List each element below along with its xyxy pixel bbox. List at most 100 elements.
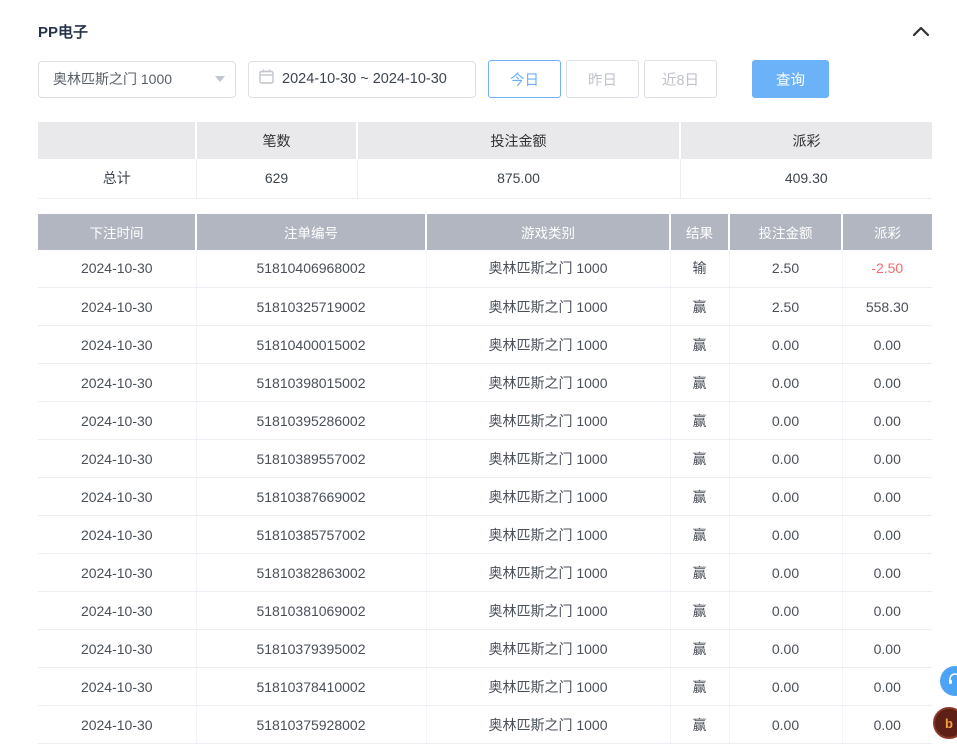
- bets-header-date: 下注时间: [38, 214, 196, 250]
- summary-header-row: 笔数 投注金额 派彩: [38, 122, 932, 159]
- cell-result: 输: [670, 250, 729, 288]
- cell-date: 2024-10-30: [38, 592, 196, 630]
- quick-button-today[interactable]: 今日: [488, 60, 561, 98]
- cell-payout: 0.00: [842, 440, 932, 478]
- cell-game: 奥林匹斯之门 1000: [426, 706, 670, 744]
- quick-button-last8days[interactable]: 近8日: [644, 60, 717, 98]
- cell-amount: 0.00: [729, 592, 842, 630]
- filter-bar: 奥林匹斯之门 1000 2024-10-30 ~ 2024-10-30 今日 昨…: [38, 60, 932, 98]
- bets-header-row: 下注时间 注单编号 游戏类别 结果 投注金额 派彩: [38, 214, 932, 250]
- bets-header-bet-id: 注单编号: [196, 214, 426, 250]
- cell-amount: 2.50: [729, 250, 842, 288]
- cell-amount: 0.00: [729, 364, 842, 402]
- summary-header-count: 笔数: [196, 122, 357, 159]
- cell-bet-id: 51810387669002: [196, 478, 426, 516]
- table-row: 2024-10-30 51810375928002 奥林匹斯之门 1000 赢 …: [38, 706, 932, 744]
- cell-date: 2024-10-30: [38, 630, 196, 668]
- cell-amount: 0.00: [729, 668, 842, 706]
- table-row: 2024-10-30 51810382863002 奥林匹斯之门 1000 赢 …: [38, 554, 932, 592]
- summary-total-payout: 409.30: [680, 159, 932, 198]
- cell-payout: 0.00: [842, 668, 932, 706]
- collapse-panel-button[interactable]: [910, 20, 932, 42]
- cell-game: 奥林匹斯之门 1000: [426, 364, 670, 402]
- cell-game: 奥林匹斯之门 1000: [426, 630, 670, 668]
- cell-game: 奥林匹斯之门 1000: [426, 440, 670, 478]
- cell-result: 赢: [670, 364, 729, 402]
- table-row: 2024-10-30 51810406968002 奥林匹斯之门 1000 输 …: [38, 250, 932, 288]
- cell-date: 2024-10-30: [38, 326, 196, 364]
- quick-button-yesterday[interactable]: 昨日: [566, 60, 639, 98]
- cell-game: 奥林匹斯之门 1000: [426, 516, 670, 554]
- cell-date: 2024-10-30: [38, 364, 196, 402]
- cell-game: 奥林匹斯之门 1000: [426, 288, 670, 326]
- table-row: 2024-10-30 51810381069002 奥林匹斯之门 1000 赢 …: [38, 592, 932, 630]
- bets-header-amount: 投注金额: [729, 214, 842, 250]
- cell-bet-id: 51810381069002: [196, 592, 426, 630]
- table-row: 2024-10-30 51810387669002 奥林匹斯之门 1000 赢 …: [38, 478, 932, 516]
- summary-total-bet-amount: 875.00: [357, 159, 680, 198]
- summary-total-row: 总计 629 875.00 409.30: [38, 159, 932, 198]
- cell-bet-id: 51810385757002: [196, 516, 426, 554]
- chevron-up-icon: [913, 26, 929, 36]
- cell-game: 奥林匹斯之门 1000: [426, 554, 670, 592]
- cell-date: 2024-10-30: [38, 554, 196, 592]
- brand-floating-button[interactable]: b: [933, 707, 957, 739]
- table-row: 2024-10-30 51810379395002 奥林匹斯之门 1000 赢 …: [38, 630, 932, 668]
- cell-bet-id: 51810375928002: [196, 706, 426, 744]
- cell-result: 赢: [670, 288, 729, 326]
- search-button[interactable]: 查询: [752, 60, 829, 98]
- cell-amount: 0.00: [729, 554, 842, 592]
- cell-amount: 0.00: [729, 516, 842, 554]
- cell-amount: 2.50: [729, 288, 842, 326]
- cell-payout: 0.00: [842, 706, 932, 744]
- cell-date: 2024-10-30: [38, 706, 196, 744]
- table-row: 2024-10-30 51810385757002 奥林匹斯之门 1000 赢 …: [38, 516, 932, 554]
- cell-date: 2024-10-30: [38, 250, 196, 288]
- summary-header-payout: 派彩: [680, 122, 932, 159]
- bets-header-game: 游戏类别: [426, 214, 670, 250]
- table-row: 2024-10-30 51810395286002 奥林匹斯之门 1000 赢 …: [38, 402, 932, 440]
- quick-range-buttons: 今日 昨日 近8日: [488, 60, 722, 98]
- cell-bet-id: 51810382863002: [196, 554, 426, 592]
- cell-bet-id: 51810378410002: [196, 668, 426, 706]
- cell-amount: 0.00: [729, 402, 842, 440]
- summary-table: 笔数 投注金额 派彩 总计 629 875.00 409.30: [38, 122, 932, 199]
- cell-date: 2024-10-30: [38, 516, 196, 554]
- cell-result: 赢: [670, 402, 729, 440]
- cell-payout: 0.00: [842, 592, 932, 630]
- cell-game: 奥林匹斯之门 1000: [426, 592, 670, 630]
- cell-date: 2024-10-30: [38, 478, 196, 516]
- game-select[interactable]: 奥林匹斯之门 1000: [38, 61, 236, 98]
- cell-result: 赢: [670, 478, 729, 516]
- date-range-input[interactable]: 2024-10-30 ~ 2024-10-30: [248, 61, 476, 98]
- table-row: 2024-10-30 51810400015002 奥林匹斯之门 1000 赢 …: [38, 326, 932, 364]
- cell-bet-id: 51810395286002: [196, 402, 426, 440]
- cell-payout: 0.00: [842, 364, 932, 402]
- bets-header-result: 结果: [670, 214, 729, 250]
- cell-result: 赢: [670, 630, 729, 668]
- game-select-value: 奥林匹斯之门 1000: [53, 69, 172, 89]
- calendar-icon: [259, 69, 282, 89]
- table-row: 2024-10-30 51810325719002 奥林匹斯之门 1000 赢 …: [38, 288, 932, 326]
- brand-floating-label: b: [945, 716, 953, 731]
- cell-game: 奥林匹斯之门 1000: [426, 250, 670, 288]
- cell-bet-id: 51810406968002: [196, 250, 426, 288]
- cell-game: 奥林匹斯之门 1000: [426, 402, 670, 440]
- summary-total-count: 629: [196, 159, 357, 198]
- chevron-down-icon: [215, 76, 225, 82]
- cell-bet-id: 51810400015002: [196, 326, 426, 364]
- cell-payout: -2.50: [842, 250, 932, 288]
- table-row: 2024-10-30 51810389557002 奥林匹斯之门 1000 赢 …: [38, 440, 932, 478]
- summary-header-empty: [38, 122, 196, 159]
- cell-amount: 0.00: [729, 478, 842, 516]
- cell-amount: 0.00: [729, 706, 842, 744]
- cell-bet-id: 51810389557002: [196, 440, 426, 478]
- date-range-value: 2024-10-30 ~ 2024-10-30: [282, 71, 447, 87]
- summary-header-bet-amount: 投注金额: [357, 122, 680, 159]
- customer-service-button[interactable]: [940, 666, 957, 696]
- cell-result: 赢: [670, 516, 729, 554]
- panel-header: PP电子: [38, 14, 932, 48]
- cell-bet-id: 51810325719002: [196, 288, 426, 326]
- cell-result: 赢: [670, 326, 729, 364]
- cell-amount: 0.00: [729, 326, 842, 364]
